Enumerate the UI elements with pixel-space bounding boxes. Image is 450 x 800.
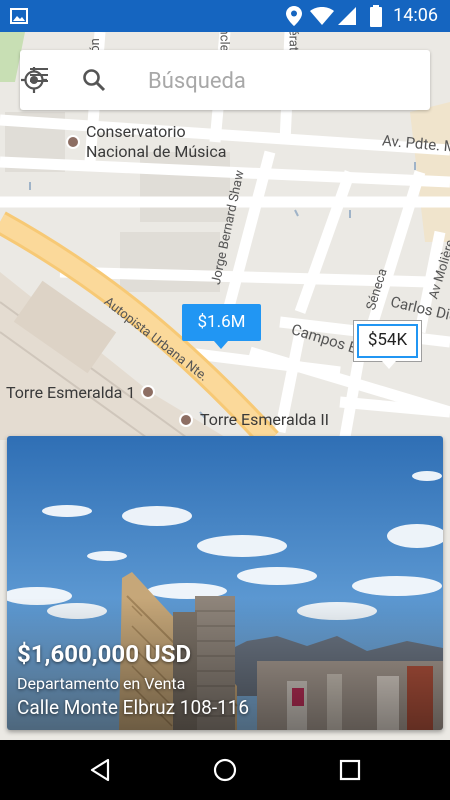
recents-icon[interactable] <box>338 758 362 782</box>
search-bar <box>20 50 430 110</box>
poi-label-conservatorio[interactable]: Conservatorio Nacional de Música <box>86 122 226 162</box>
poi-label-torre-esmeralda-1[interactable]: Torre Esmeralda 1 <box>6 383 135 403</box>
street-label: ncle <box>216 32 232 52</box>
poi-label-torre-esmeralda-2[interactable]: Torre Esmeralda II <box>200 410 329 430</box>
wifi-icon <box>310 7 334 25</box>
poi-name-line: Nacional de Música <box>86 142 227 161</box>
back-icon[interactable] <box>88 758 112 782</box>
status-time: 14:06 <box>393 5 438 26</box>
listing-price: $1,600,000 USD <box>17 640 192 668</box>
poi-icon <box>66 135 80 149</box>
battery-icon <box>370 5 382 27</box>
poi-icon <box>141 385 155 399</box>
search-icon[interactable] <box>82 68 106 92</box>
price-marker-label: $1.6M <box>197 312 246 332</box>
price-marker-label: $54K <box>357 324 418 358</box>
home-icon[interactable] <box>213 758 237 782</box>
search-input[interactable] <box>146 64 370 98</box>
navigation-bar <box>0 740 450 800</box>
signal-icon <box>338 7 356 25</box>
listing-address: Calle Monte Elbruz 108-116 <box>17 696 250 719</box>
image-icon <box>10 8 28 24</box>
price-marker[interactable]: $54K <box>353 320 422 369</box>
poi-icon <box>179 413 193 427</box>
location-icon <box>286 6 302 26</box>
status-bar: 14:06 <box>0 0 450 32</box>
poi-name-line: Conservatorio <box>86 122 186 141</box>
price-marker-selected[interactable]: $1.6M <box>182 304 261 349</box>
listing-type: Departamento en Venta <box>17 674 186 693</box>
my-location-icon[interactable] <box>20 66 48 94</box>
listing-card[interactable]: $1,600,000 USD Departamento en Venta Cal… <box>7 436 443 730</box>
